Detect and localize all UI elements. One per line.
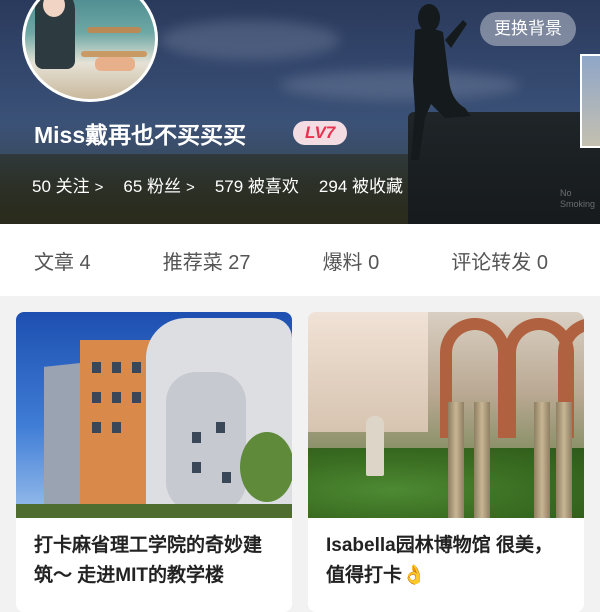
stat-collected: 294 被收藏 [319, 172, 403, 197]
photo-column [448, 402, 464, 518]
level-badge: LV7 [293, 121, 348, 145]
photo-window [112, 392, 121, 403]
person-silhouette [411, 4, 471, 161]
stat-label: 65 粉丝 [123, 177, 182, 196]
photo-building [166, 372, 246, 512]
avatar-tier [87, 27, 141, 33]
photo-window [112, 362, 121, 373]
photo-window [92, 392, 101, 403]
photo-window [92, 422, 101, 433]
change-background-button[interactable]: 更换背景 [480, 12, 576, 46]
mit-stata-center-photo [16, 312, 292, 518]
cloud-decor [160, 20, 340, 60]
article-card[interactable]: Isabella园林博物馆 很美，值得打卡👌 [308, 312, 584, 612]
photo-window [192, 432, 201, 443]
profile-stats: 50 关注 > 65 粉丝 > 579 被喜欢 294 被收藏 [32, 172, 423, 197]
photo-ground [16, 504, 292, 518]
username: Miss戴再也不买买买 [34, 122, 247, 148]
photo-window [132, 392, 141, 403]
avatar[interactable] [22, 0, 158, 102]
chevron-right-icon: > [94, 179, 104, 196]
avatar-cakes [95, 57, 135, 71]
article-card[interactable]: 打卡麻省理工学院的奇妙建筑～ 走进MIT的教学楼 [16, 312, 292, 612]
photo-column [474, 402, 490, 518]
stat-following[interactable]: 50 关注 > [32, 172, 103, 197]
card-title: 打卡麻省理工学院的奇妙建筑～ 走进MIT的教学楼 [34, 535, 263, 586]
tab-tips[interactable]: 爆料 0 [323, 246, 380, 275]
photo-window [132, 362, 141, 373]
photo-window [112, 422, 121, 433]
photo-column [556, 402, 572, 518]
card-title: Isabella园林博物馆 很美，值得打卡👌 [326, 535, 553, 586]
tab-recommended-dishes[interactable]: 推荐菜 27 [163, 246, 251, 275]
stat-followers[interactable]: 65 粉丝 > [123, 172, 194, 197]
hero-watermark: No Smoking [560, 188, 596, 209]
content-tabs: 文章 4 推荐菜 27 爆料 0 评论转发 0 [0, 224, 600, 296]
photo-window [192, 462, 201, 473]
photo-window [222, 472, 231, 483]
tab-comments-shares[interactable]: 评论转发 0 [451, 246, 548, 275]
photo-column [534, 402, 550, 518]
photo-tree [240, 432, 292, 502]
tab-articles[interactable]: 文章 4 [34, 246, 91, 275]
hero-photo-edge [580, 54, 600, 148]
stat-liked: 579 被喜欢 [215, 172, 299, 197]
photo-window [92, 362, 101, 373]
stat-label: 50 关注 [32, 177, 90, 196]
profile-header: No Smoking 更换背景 Miss戴再也不买买买 LV7 50 关注 > 6… [0, 0, 600, 224]
photo-statue [366, 416, 384, 476]
isabella-garden-museum-photo [308, 312, 584, 518]
photo-building [308, 312, 428, 432]
chevron-right-icon: > [186, 179, 195, 196]
stat-label: 579 被喜欢 [214, 177, 299, 196]
stat-label: 294 被收藏 [318, 177, 403, 196]
photo-window [216, 422, 225, 433]
